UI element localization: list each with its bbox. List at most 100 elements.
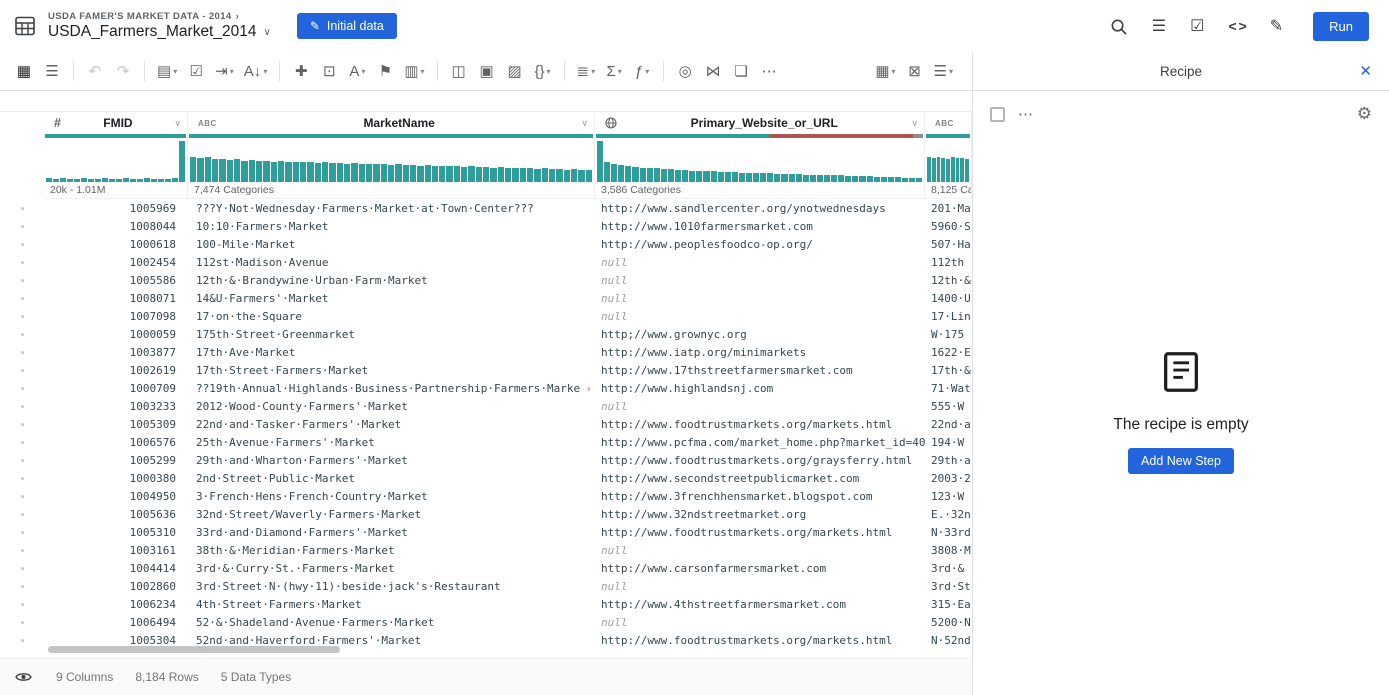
histogram-bar[interactable] [359,164,365,182]
histogram-bar[interactable] [941,158,945,182]
cell-url[interactable]: http://www.carsonfarmersmarket.com [595,562,925,575]
column-histogram[interactable] [188,138,594,182]
close-icon[interactable]: ✕ [1359,52,1372,90]
histogram-bar[interactable] [351,163,357,182]
align-button[interactable]: ≣▾ [574,58,599,84]
histogram-bar[interactable] [647,168,653,182]
row-handle[interactable] [0,423,44,426]
export-column-button[interactable]: ⇥▾ [212,58,237,84]
cell-url[interactable]: http://www.foodtrustmarkets.org/graysfer… [595,454,925,467]
histogram-bar[interactable] [315,163,321,182]
row-handle[interactable] [0,261,44,264]
histogram-bar[interactable] [542,168,548,182]
histogram-bar[interactable] [696,171,702,182]
histogram-bar[interactable] [534,169,540,182]
histogram-bar[interactable] [810,175,816,182]
cell-fmid[interactable]: 1005299 [44,454,188,467]
histogram-bar[interactable] [505,168,511,182]
histogram-bar[interactable] [461,167,467,182]
histogram-bar[interactable] [293,162,299,183]
histogram-bar[interactable] [197,158,203,182]
table-row[interactable]: 100316138th·&·Meridian·Farmers·Marketnul… [0,541,972,559]
steps-list-icon[interactable]: ☰ [1152,16,1166,36]
cell-fmid[interactable]: 1005586 [44,274,188,287]
cell-marketname[interactable]: 17·on·the·Square [188,310,595,323]
format-button[interactable]: A▾ [345,58,369,84]
cell-marketname[interactable]: 52nd·and·Haverford·Farmers'·Market [188,634,595,647]
merge-column-button[interactable]: ▣ [475,58,499,84]
histogram-bar[interactable] [946,159,950,182]
histogram-bar[interactable] [611,164,617,182]
histogram-bar[interactable] [278,161,284,182]
histogram-bar[interactable] [682,170,688,182]
expand-button[interactable]: ⊡ [317,58,341,84]
cell-extra[interactable]: 3808·M [925,544,972,557]
cell-marketname[interactable]: 112st·Madison·Avenue [188,256,595,269]
table-row[interactable]: 100563632nd·Street/Waverly·Farmers·Marke… [0,505,972,523]
column-menu-chevron-icon[interactable]: ∨ [581,118,588,129]
extract-column-button[interactable]: ▨ [503,58,527,84]
wand-icon[interactable]: ✎ [1270,16,1283,36]
cell-marketname[interactable]: 33rd·and·Diamond·Farmers'·Market [188,526,595,539]
cell-url[interactable]: null [595,274,925,287]
add-new-step-button[interactable]: Add New Step [1128,448,1234,474]
histogram-bar[interactable] [789,174,795,182]
table-row[interactable]: 10062344th·Street·Farmers·Markethttp://w… [0,595,972,613]
cell-extra[interactable]: 29th·a [925,454,972,467]
cell-fmid[interactable]: 1005969 [44,202,188,215]
lookup-button[interactable]: ⊠ [903,58,927,84]
cell-fmid[interactable]: 1004950 [44,490,188,503]
histogram-bar[interactable] [767,173,773,182]
cell-marketname[interactable]: 4th·Street·Farmers·Market [188,598,595,611]
row-handle[interactable] [0,225,44,228]
histogram-bar[interactable] [604,162,610,183]
cell-fmid[interactable]: 1006494 [44,616,188,629]
cell-marketname[interactable]: 17th·Street·Farmers·Market [188,364,595,377]
histogram-bar[interactable] [300,162,306,182]
cell-extra[interactable]: 3rd·St [925,580,972,593]
row-handle[interactable] [0,621,44,624]
function-button[interactable]: ƒ▾ [630,58,654,84]
table-row[interactable]: 1002454112st·Madison·Avenuenull112th [0,253,972,271]
eye-icon[interactable] [15,671,32,683]
histogram-bar[interactable] [403,165,409,182]
histogram-bar[interactable] [256,161,262,182]
histogram-bar[interactable] [640,168,646,182]
column-header[interactable]: ABCMarketName∨ [188,112,594,134]
cell-marketname[interactable]: 52·&·Shadeland·Avenue·Farmers·Market [188,616,595,629]
histogram-bar[interactable] [285,162,291,182]
histogram-bar[interactable] [337,163,343,182]
cell-marketname[interactable]: 14&U·Farmers'·Market [188,292,595,305]
cell-url[interactable]: http://www.17thstreetfarmersmarket.com [595,364,925,377]
cell-url[interactable]: http://www.1010farmersmarket.com [595,220,925,233]
cell-extra[interactable]: 71·Wat [925,382,972,395]
histogram-bar[interactable] [960,158,964,182]
histogram-bar[interactable] [781,174,787,182]
histogram-bar[interactable] [703,171,709,182]
cell-url[interactable]: http://www.32ndstreetmarket.org [595,508,925,521]
row-handle[interactable] [0,279,44,282]
histogram-bar[interactable] [219,159,225,182]
table-row[interactable]: 1000709??19th·Annual·Highlands·Business·… [0,379,972,397]
cell-marketname[interactable]: 32nd·Street/Waverly·Farmers·Market [188,508,595,521]
table-row[interactable]: 1000059175th·Street·Greenmarkethttp;//ww… [0,325,972,343]
table-row[interactable]: 100387717th·Ave·Markethttp://www.iatp.or… [0,343,972,361]
row-handle[interactable] [0,513,44,516]
cell-fmid[interactable]: 1000059 [44,328,188,341]
histogram-bar[interactable] [796,174,802,182]
column-histogram[interactable] [925,138,971,182]
histogram-bar[interactable] [675,170,681,182]
cell-fmid[interactable]: 1002619 [44,364,188,377]
table-row[interactable]: 10003802nd·Street·Public·Markethttp://ww… [0,469,972,487]
cell-url[interactable]: http://www.4thstreetfarmersmarket.com [595,598,925,611]
histogram-bar[interactable] [739,173,745,182]
histogram-bar[interactable] [586,170,592,182]
histogram-bar[interactable] [476,167,482,182]
cell-url[interactable]: null [595,580,925,593]
braces-button[interactable]: {}▾ [531,58,555,84]
cell-marketname[interactable]: 2012·Wood·County·Farmers'·Market [188,400,595,413]
histogram-bar[interactable] [578,170,584,182]
cell-extra[interactable]: 123·W [925,490,972,503]
row-handle[interactable] [0,243,44,246]
search-icon[interactable] [1109,17,1128,36]
